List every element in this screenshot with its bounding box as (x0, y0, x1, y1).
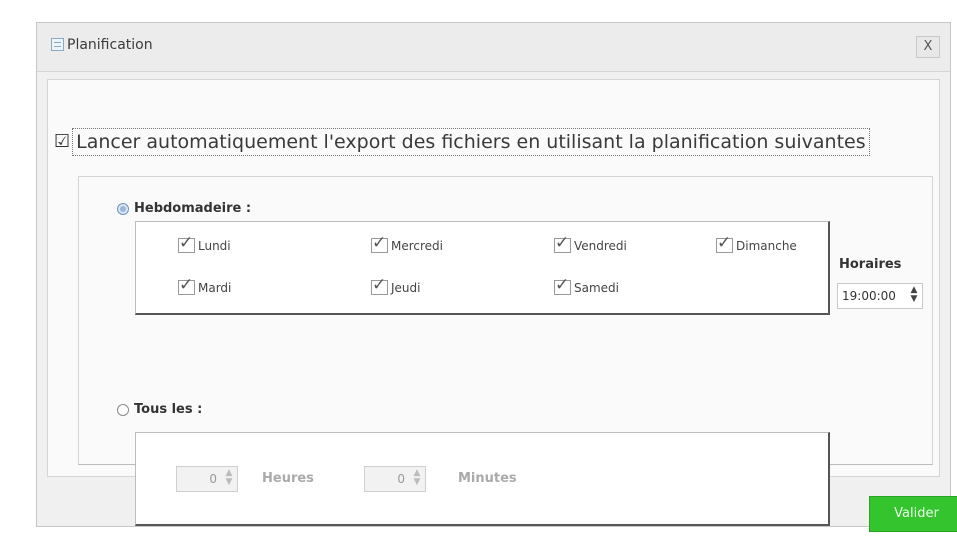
day-label: Dimanche (736, 238, 797, 253)
window-title: Planification (67, 37, 153, 53)
hours-input[interactable]: 0 ▲ ▼ (176, 466, 238, 492)
hours-label: Heures (262, 471, 314, 486)
day-checkbox-samedi[interactable]: Samedi (554, 275, 619, 295)
checkmark-icon: ☑ (54, 131, 71, 152)
radio-selected-icon (117, 202, 129, 215)
radio-unselected-icon (117, 403, 129, 416)
day-label: Vendredi (574, 238, 627, 253)
weekly-radio[interactable]: Hebdomadeire : (117, 201, 251, 216)
auto-export-checkbox[interactable]: ☑ Lancer automatiquement l'export des fi… (54, 128, 870, 156)
day-checkbox-jeudi[interactable]: Jeudi (371, 275, 421, 295)
auto-export-label: Lancer automatiquement l'export des fich… (72, 128, 870, 156)
day-checkbox-vendredi[interactable]: Vendredi (554, 233, 627, 253)
planification-dialog: Planification X ☑ Lancer automatiquement… (36, 22, 957, 532)
minutes-input[interactable]: 0 ▲ ▼ (364, 466, 426, 492)
day-label: Jeudi (391, 280, 421, 295)
window-icon (51, 38, 64, 51)
every-radio[interactable]: Tous les : (117, 402, 202, 417)
spinner-icon[interactable]: ▲ ▼ (908, 286, 920, 306)
days-panel: Lundi Mercredi Vendredi Dimanche Mardi (135, 221, 830, 315)
day-label: Lundi (198, 238, 231, 253)
checkbox-checked-icon (554, 233, 571, 253)
day-label: Mercredi (391, 238, 444, 253)
every-label: Tous les : (134, 402, 203, 417)
validate-button[interactable]: Valider (869, 496, 957, 532)
minutes-label: Minutes (458, 471, 517, 486)
schedule-group: Hebdomadeire : Lundi Mercredi Vendredi (78, 176, 933, 526)
minutes-value: 0 (397, 472, 405, 486)
weekly-label: Hebdomadeire : (134, 201, 252, 216)
day-label: Mardi (198, 280, 232, 295)
day-checkbox-mercredi[interactable]: Mercredi (371, 233, 444, 253)
checkbox-checked-icon (178, 275, 195, 295)
spinner-icon[interactable]: ▲ ▼ (411, 469, 423, 489)
checkbox-checked-icon (371, 275, 388, 295)
interval-panel: 0 ▲ ▼ Heures 0 ▲ ▼ Minutes (135, 432, 830, 526)
checkbox-checked-icon (371, 233, 388, 253)
close-button[interactable]: X (916, 36, 940, 58)
horaires-value: 19:00:00 (842, 289, 896, 303)
hours-value: 0 (209, 472, 217, 486)
day-checkbox-mardi[interactable]: Mardi (178, 275, 232, 295)
checkbox-checked-icon (554, 275, 571, 295)
title-bar: Planification X (37, 23, 950, 72)
spinner-icon[interactable]: ▲ ▼ (223, 469, 235, 489)
day-checkbox-dimanche[interactable]: Dimanche (716, 233, 797, 253)
day-label: Samedi (574, 280, 619, 295)
dialog-content: ☑ Lancer automatiquement l'export des fi… (47, 79, 940, 526)
checkbox-checked-icon (178, 233, 195, 253)
horaires-label: Horaires (839, 257, 902, 272)
horaires-time-input[interactable]: 19:00:00 ▲ ▼ (837, 283, 923, 309)
day-checkbox-lundi[interactable]: Lundi (178, 233, 231, 253)
checkbox-checked-icon (716, 233, 733, 253)
